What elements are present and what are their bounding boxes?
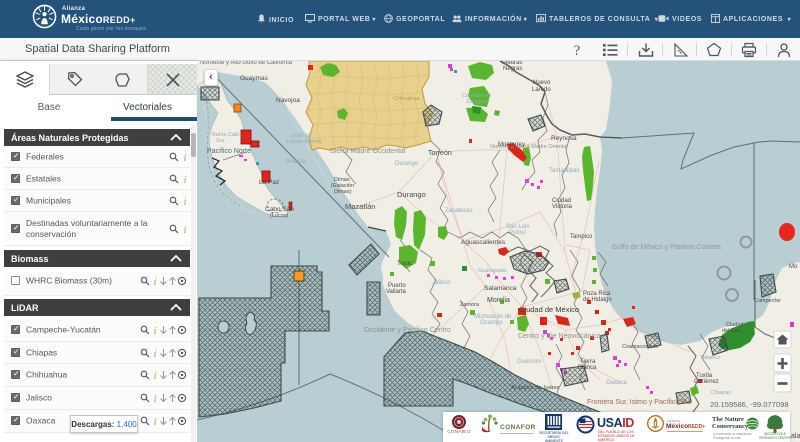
svg-text:Nuevo: Nuevo — [533, 80, 551, 86]
svg-text:Campeche: Campeche — [754, 298, 781, 304]
svg-text:Laredo: Laredo — [532, 87, 551, 93]
svg-text:i: i — [184, 153, 187, 162]
svg-text:Coatzacoalcos: Coatzacoalcos — [622, 344, 658, 350]
svg-text:Dimas): Dimas) — [334, 189, 352, 195]
svg-text:Vallarta: Vallarta — [386, 289, 407, 295]
svg-text:Durango: Durango — [397, 190, 426, 199]
svg-text:Negras: Negras — [503, 66, 522, 72]
svg-text:del Car...: del Car... — [722, 328, 744, 334]
svg-text:Mazatlán: Mazatlán — [345, 202, 375, 211]
svg-text:i: i — [154, 371, 157, 380]
svg-text:ala: ala — [791, 433, 800, 440]
svg-text:Zamora: Zamora — [460, 302, 480, 308]
svg-text:Guerrero: Guerrero — [517, 359, 542, 365]
svg-text:Salamanca: Salamanca — [484, 285, 517, 292]
svg-text:de Hidalgo: de Hidalgo — [583, 297, 612, 303]
svg-text:Tampico: Tampico — [570, 234, 593, 240]
svg-text:i: i — [154, 394, 157, 403]
svg-text:Mo: Mo — [789, 264, 798, 270]
svg-text:Leyva Solente: Leyva Solente — [287, 139, 322, 145]
svg-text:Jalisco: Jalisco — [432, 280, 451, 286]
svg-text:Gutiérrez: Gutiérrez — [694, 379, 719, 385]
svg-text:Guanajuato: Guanajuato — [478, 268, 506, 274]
svg-text:(Lucas): (Lucas) — [270, 213, 289, 219]
svg-text:i: i — [154, 417, 157, 426]
svg-text:Golfo de México y Planicie Cos: Golfo de México y Planicie Costera — [612, 244, 721, 251]
svg-text:Morelia: Morelia — [487, 297, 510, 304]
svg-text:i: i — [154, 277, 157, 286]
svg-text:20.159586, -99.077098: 20.159586, -99.077098 — [710, 400, 789, 409]
svg-text:Victoria: Victoria — [552, 204, 573, 210]
svg-text:Frontera Sur, Istmo y Pacífico: Frontera Sur, Istmo y Pacífico Sur — [587, 399, 693, 406]
svg-text:La Paz: La Paz — [259, 179, 279, 186]
svg-text:Oaxaca: Oaxaca — [606, 380, 627, 386]
svg-text:Potosí: Potosí — [509, 230, 526, 236]
svg-text:Pacífico Norte: Pacífico Norte — [207, 148, 251, 155]
svg-text:?: ? — [574, 43, 581, 59]
svg-text:Sinaloa: Sinaloa — [285, 159, 306, 165]
svg-text:i: i — [154, 326, 157, 335]
svg-text:Torreón: Torreón — [428, 150, 452, 157]
svg-text:Navojoa: Navojoa — [276, 97, 300, 104]
svg-text:Chihuahua: Chihuahua — [393, 96, 421, 102]
svg-text:Ciudad de México: Ciudad de México — [519, 305, 579, 314]
svg-text:Cabo San: Cabo San — [265, 206, 294, 213]
svg-text:Sur: Sur — [216, 138, 225, 144]
svg-text:Blanca: Blanca — [578, 365, 597, 371]
svg-text:Tepic: Tepic — [397, 260, 413, 267]
svg-text:Zacatecas: Zacatecas — [445, 208, 473, 214]
svg-text:Tamaulipas: Tamaulipas — [549, 168, 579, 174]
svg-text:Durango: Durango — [395, 161, 419, 167]
svg-text:Aguascalientes: Aguascalientes — [461, 239, 506, 246]
svg-text:Acapulco de Juárez: Acapulco de Juárez — [511, 385, 560, 391]
svg-text:Chiapas: Chiapas — [711, 390, 731, 396]
svg-text:Occidente y Pacífico Centro: Occidente y Pacífico Centro — [364, 327, 451, 334]
svg-text:Sierra Madre Occidental: Sierra Madre Occidental — [330, 148, 406, 155]
svg-text:Tabasco: Tabasco — [700, 355, 721, 361]
svg-text:Guaymas: Guaymas — [240, 75, 269, 82]
svg-text:i: i — [184, 197, 187, 206]
svg-text:i: i — [184, 175, 187, 184]
svg-text:Ocampo: Ocampo — [480, 320, 503, 326]
svg-text:Noroeste y Alto Golfo de Calif: Noroeste y Alto Golfo de California — [200, 61, 293, 66]
svg-text:Monterrey: Monterrey — [498, 142, 525, 148]
svg-text:Reynosa: Reynosa — [551, 135, 577, 142]
svg-text:Centro y Eje Neovolcánico: Centro y Eje Neovolcánico — [518, 333, 601, 340]
svg-text:i: i — [154, 349, 157, 358]
svg-text:i: i — [184, 225, 187, 234]
svg-text:Zaragoza: Zaragoza — [466, 99, 490, 105]
